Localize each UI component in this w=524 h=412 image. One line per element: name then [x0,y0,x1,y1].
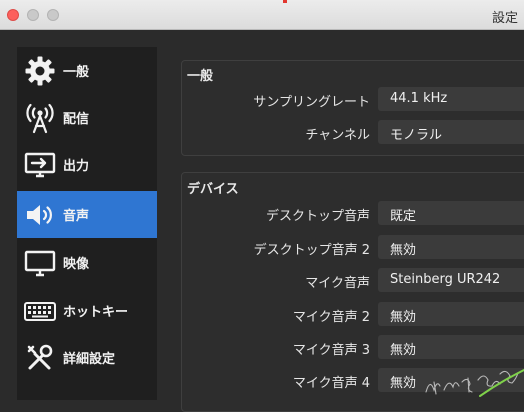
sidebar-item-advanced[interactable]: 詳細設定 [17,334,157,381]
keyboard-icon [23,294,57,328]
select-value: Steinberg UR242 [390,272,501,287]
mic-audio-2-label: マイク音声 2 [292,310,370,325]
group-title: 一般 [187,69,214,84]
mic-audio-2-select[interactable]: 無効 [378,302,524,326]
sample-rate-select[interactable]: 44.1 kHz [378,87,524,111]
channels-label: チャンネル [305,128,370,143]
sidebar-item-video[interactable]: 映像 [17,239,157,286]
select-value: 既定 [390,209,417,224]
select-value: 無効 [390,343,417,358]
gear-icon [23,54,57,88]
desktop-audio-2-label: デスクトップ音声 2 [253,243,370,258]
broadcast-icon [23,101,57,135]
sidebar-item-general[interactable]: 一般 [17,47,157,94]
monitor-icon [23,246,57,280]
recording-indicator [283,0,287,3]
mic-audio-4-label: マイク音声 4 [292,376,370,391]
group-title: デバイス [187,182,239,197]
tools-icon [23,341,57,375]
sidebar-item-output[interactable]: 出力 [17,141,157,188]
sidebar-item-hotkeys[interactable]: ホットキー [17,287,157,334]
sidebar-item-label: 音声 [63,209,90,224]
minimize-button[interactable] [27,9,39,21]
sidebar-item-stream[interactable]: 配信 [17,94,157,141]
window-title: 設定 [491,11,518,26]
mic-audio-3-label: マイク音声 3 [292,343,370,358]
close-button[interactable] [7,9,19,21]
channels-select[interactable]: モノラル [378,120,524,144]
select-value: 44.1 kHz [390,91,448,106]
select-value: 無効 [390,243,417,258]
desktop-audio-2-select[interactable]: 無効 [378,235,524,259]
output-icon [23,148,57,182]
sidebar-item-label: ホットキー [63,305,129,320]
sidebar-item-label: 詳細設定 [63,352,116,367]
zoom-button[interactable] [47,9,59,21]
desktop-audio-label: デスクトップ音声 [265,209,370,224]
mic-audio-3-select[interactable]: 無効 [378,335,524,359]
select-value: 無効 [390,376,417,391]
sidebar-item-label: 配信 [63,112,90,127]
settings-sidebar: 一般 配信 出力 音声 映像 ホットキー 詳細設定 [17,47,157,400]
mic-audio-select[interactable]: Steinberg UR242 [378,268,524,292]
desktop-audio-select[interactable]: 既定 [378,201,524,225]
speaker-icon [23,198,57,232]
title-bar: 設定 [0,0,524,30]
sidebar-item-label: 一般 [63,65,90,80]
sidebar-item-label: 出力 [63,159,90,174]
mic-audio-4-select[interactable]: 無効 [378,368,524,392]
mic-audio-label: マイク音声 [305,276,370,291]
sample-rate-label: サンプリングレート [253,95,370,110]
sidebar-item-label: 映像 [63,257,90,272]
select-value: モノラル [390,128,443,143]
select-value: 無効 [390,310,417,325]
sidebar-item-audio[interactable]: 音声 [17,191,157,238]
